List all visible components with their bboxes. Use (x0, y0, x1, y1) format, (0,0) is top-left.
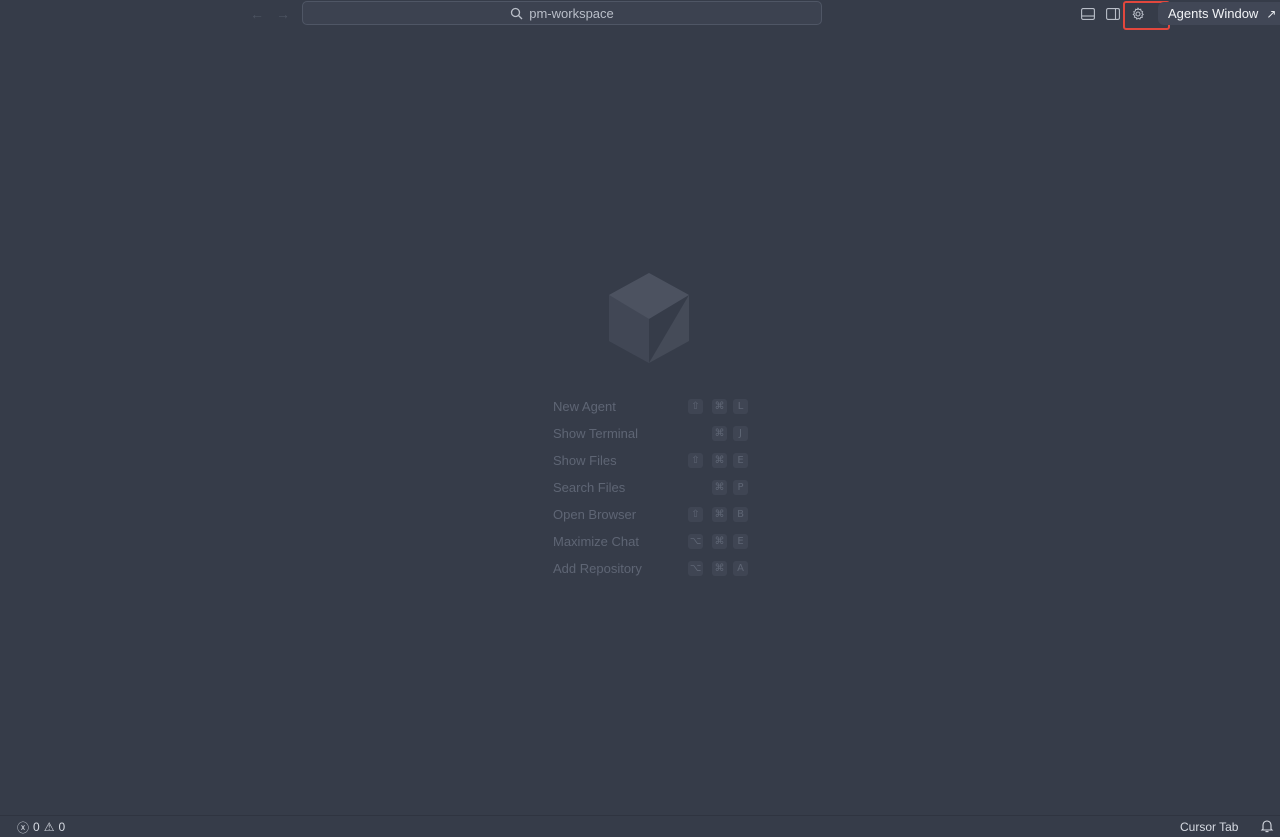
shortcut-label: Show Files (553, 453, 617, 468)
key-cap: L (733, 398, 748, 414)
key-cap: ⌥ (688, 533, 703, 549)
error-count: 0 (33, 820, 40, 834)
back-arrow-icon[interactable]: ← (249, 6, 265, 22)
shortcut-row[interactable]: Maximize Chat ⌥ ⌘ E (553, 528, 753, 555)
shortcut-keys: ⇧ ⌘ B (686, 506, 748, 523)
shortcut-keys: ⌥ ⌘ A (686, 560, 748, 577)
agents-window-button[interactable]: Agents Window ↗ (1158, 2, 1280, 25)
shortcut-row[interactable]: Show Terminal ⌘ J (553, 420, 753, 447)
shortcut-row[interactable]: New Agent ⇧ ⌘ L (553, 393, 753, 420)
key-cap: ⌘ (712, 533, 727, 549)
shortcut-keys: ⌘ J (686, 425, 748, 442)
sidebar-toggle-icon[interactable] (1105, 6, 1121, 22)
shortcut-keys: ⇧ ⌘ E (686, 452, 748, 469)
key-cap: P (733, 479, 748, 495)
shortcut-label: New Agent (553, 399, 616, 414)
shortcut-label: Search Files (553, 480, 626, 495)
command-center-search[interactable]: pm-workspace (302, 1, 822, 25)
shortcut-label: Maximize Chat (553, 534, 639, 549)
status-bar: ⓧ 0 ⚠ 0 Cursor Tab (0, 815, 1280, 837)
title-bar: ← → pm-workspace Agents Window ↗ (0, 0, 1280, 30)
key-cap: ⌥ (688, 560, 703, 576)
panel-toggle-icon[interactable] (1080, 6, 1096, 22)
shortcut-label: Add Repository (553, 561, 642, 576)
shortcut-keys: ⌥ ⌘ E (686, 533, 748, 550)
warning-icon: ⚠ (43, 820, 55, 834)
key-cap: ⌘ (712, 479, 727, 495)
key-cap: ⌘ (712, 506, 727, 522)
gear-icon[interactable] (1130, 6, 1146, 22)
bell-icon[interactable] (1260, 819, 1274, 833)
search-icon (511, 7, 523, 19)
shortcut-row[interactable]: Search Files ⌘ P (553, 474, 753, 501)
key-cap: ⇧ (688, 506, 703, 522)
problems-indicator[interactable]: ⓧ 0 ⚠ 0 (17, 819, 65, 835)
shortcut-keys: ⇧ ⌘ L (686, 398, 748, 415)
key-cap: ⌘ (712, 425, 727, 441)
shortcut-keys: ⌘ P (686, 479, 748, 496)
shortcut-row[interactable]: Open Browser ⇧ ⌘ B (553, 501, 753, 528)
shortcut-label: Open Browser (553, 507, 637, 522)
shortcut-list: New Agent ⇧ ⌘ L Show Terminal ⌘ J Show Files ⇧ ⌘ E… (553, 393, 753, 582)
key-cap: ⇧ (688, 452, 703, 468)
key-cap: ⌘ (712, 560, 727, 576)
agents-window-label: Agents Window (1168, 6, 1259, 21)
key-cap: B (733, 506, 748, 522)
forward-arrow-icon[interactable]: → (275, 6, 291, 22)
arrow-up-right-icon: ↗ (1266, 6, 1277, 21)
key-cap: ⌘ (712, 398, 727, 414)
warning-count: 0 (58, 820, 66, 834)
key-cap: J (733, 425, 748, 441)
error-icon: ⓧ (17, 820, 30, 835)
key-cap: ⌘ (712, 452, 727, 468)
shortcut-row[interactable]: Show Files ⇧ ⌘ E (553, 447, 753, 474)
shortcut-label: Show Terminal (553, 426, 639, 441)
key-cap: E (733, 533, 748, 549)
workspace-name: pm-workspace (529, 5, 614, 21)
cursor-logo-icon (609, 273, 689, 363)
cursor-tab-status[interactable]: Cursor Tab (1180, 820, 1238, 834)
shortcut-row[interactable]: Add Repository ⌥ ⌘ A (553, 555, 753, 582)
key-cap: E (733, 452, 748, 468)
key-cap: A (733, 560, 748, 576)
key-cap: ⇧ (688, 398, 703, 414)
